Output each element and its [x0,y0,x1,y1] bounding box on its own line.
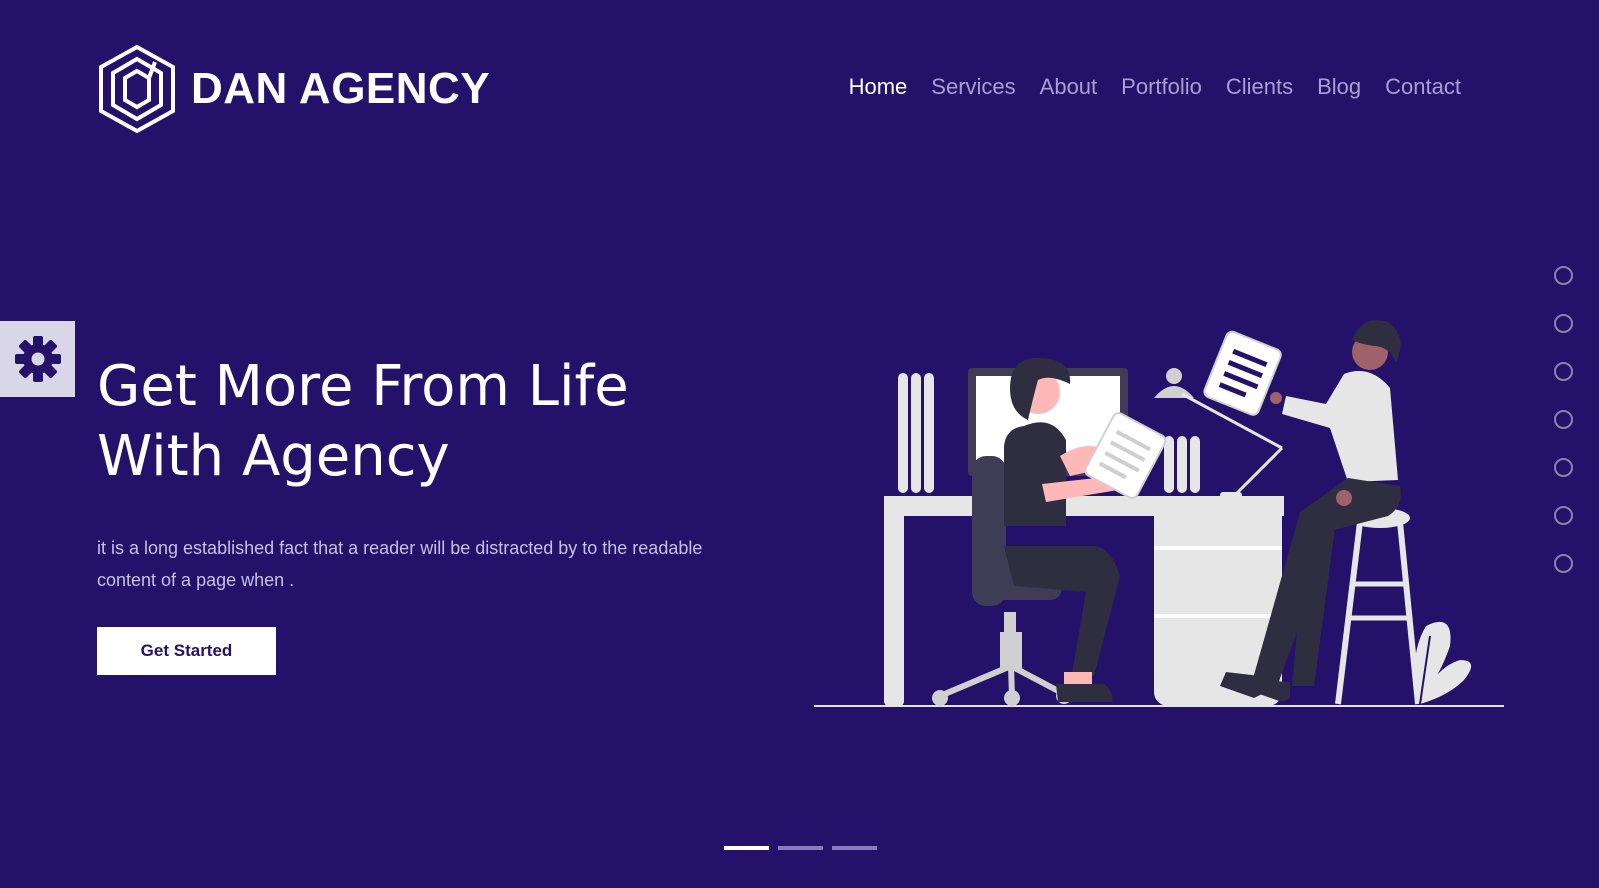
brand-name: DAN AGENCY [191,64,491,113]
nav-item-home[interactable]: Home [849,74,908,100]
hexagon-logo-icon [99,44,175,134]
slider-indicators [724,846,877,850]
get-started-button[interactable]: Get Started [97,627,276,675]
section-dots-nav [1554,266,1573,573]
nav-item-blog[interactable]: Blog [1317,74,1361,100]
slider-indicator-2[interactable] [778,846,823,850]
brand-logo[interactable]: DAN AGENCY [97,44,490,134]
hero-title-line-1: Get More From Life [97,354,629,419]
section-dot[interactable] [1554,314,1573,333]
gear-icon [14,336,61,382]
hero-title: Get More From Life With Agency [97,352,737,492]
nav-item-about[interactable]: About [1040,74,1098,100]
office-workers-illustration [814,320,1504,707]
section-dot[interactable] [1554,410,1573,429]
hero-description: it is a long established fact that a rea… [97,538,703,590]
nav-item-services[interactable]: Services [931,74,1015,100]
nav-item-portfolio[interactable]: Portfolio [1121,74,1202,100]
slider-indicator-3[interactable] [832,846,877,850]
nav-item-clients[interactable]: Clients [1226,74,1293,100]
slider-indicator-1[interactable] [724,846,769,850]
section-dot[interactable] [1554,362,1573,381]
nav-item-contact[interactable]: Contact [1385,74,1461,100]
hero-title-line-2: With Agency [97,424,450,489]
section-dot[interactable] [1554,554,1573,573]
section-dot[interactable] [1554,458,1573,477]
section-dot[interactable] [1554,266,1573,285]
main-nav: Home Services About Portfolio Clients Bl… [849,74,1461,100]
section-dot[interactable] [1554,506,1573,525]
settings-toggle[interactable] [0,321,75,397]
